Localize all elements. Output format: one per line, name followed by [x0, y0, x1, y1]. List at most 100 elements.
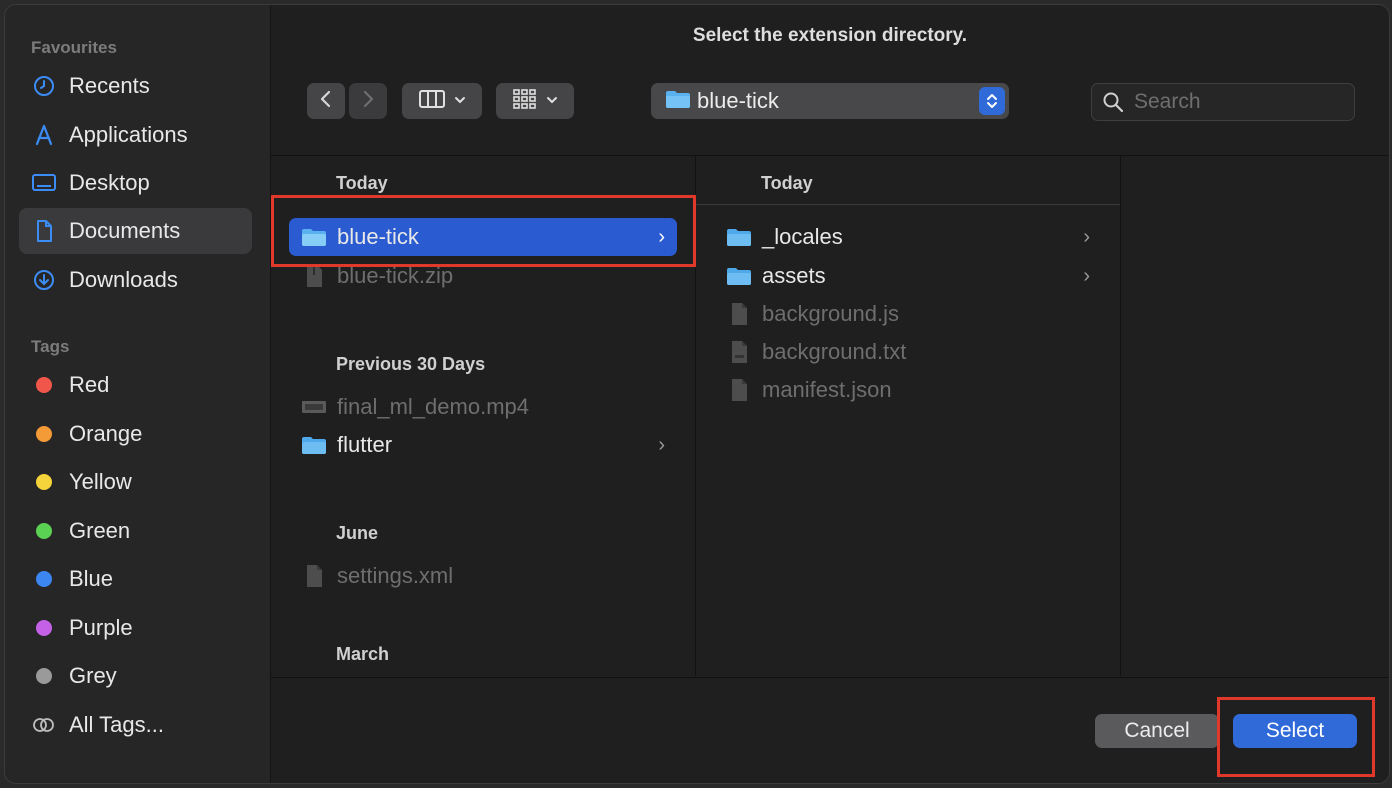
- chevron-down-icon: [546, 92, 558, 110]
- chevron-right-icon: [361, 89, 375, 114]
- sidebar-item-recents[interactable]: Recents: [19, 63, 252, 109]
- file-dialog: Favourites Recents Applications Desktop …: [4, 4, 1390, 784]
- search-icon: [1102, 91, 1124, 113]
- list-item-flutter[interactable]: flutter ›: [289, 426, 677, 464]
- folder-icon: [726, 264, 752, 288]
- main-area: Select the extension directory. blue-tic…: [271, 5, 1389, 783]
- tag-color-dot: [36, 426, 52, 442]
- group-button[interactable]: [496, 83, 574, 119]
- desktop-icon: [31, 170, 57, 196]
- highlight-annotation-blue-tick: [271, 195, 696, 267]
- list-item-locales[interactable]: _locales ›: [714, 218, 1102, 256]
- all-tags-label: All Tags...: [69, 712, 164, 737]
- search-input[interactable]: [1132, 89, 1336, 115]
- tag-color-dot: [36, 571, 52, 587]
- forward-button[interactable]: [349, 83, 387, 119]
- download-icon: [31, 267, 57, 293]
- sidebar-tag-blue[interactable]: Blue: [19, 556, 252, 602]
- sidebar-item-label: Documents: [69, 218, 181, 243]
- search-field[interactable]: [1091, 83, 1355, 121]
- sidebar-all-tags[interactable]: All Tags...: [19, 702, 252, 748]
- tag-color-dot: [36, 523, 52, 539]
- browser-column-2: Today _locales › assets › background.js …: [696, 156, 1120, 676]
- column-divider: [1120, 156, 1121, 676]
- group-header-march: March: [336, 644, 390, 664]
- tag-label: Yellow: [69, 469, 132, 494]
- favourites-heading: Favourites: [31, 38, 117, 57]
- sidebar-item-label: Recents: [69, 73, 150, 98]
- tag-color-dot: [36, 620, 52, 636]
- tag-label: Blue: [69, 566, 114, 591]
- chevron-right-icon: ›: [1083, 225, 1090, 248]
- clock-icon: [31, 73, 57, 99]
- path-popup-label: blue-tick: [697, 88, 779, 113]
- sidebar-tag-grey[interactable]: Grey: [19, 653, 252, 699]
- highlight-annotation-select-button: [1217, 697, 1375, 777]
- tag-label: Grey: [69, 663, 117, 688]
- sidebar-tag-red[interactable]: Red: [19, 362, 252, 408]
- tag-color-dot: [36, 474, 52, 490]
- column-header-rule: [696, 204, 1120, 205]
- sidebar: Favourites Recents Applications Desktop …: [5, 5, 271, 783]
- column-header-today: Today: [761, 173, 813, 193]
- tags-heading: Tags: [31, 337, 70, 356]
- group-header-previous-30-days: Previous 30 Days: [336, 354, 486, 374]
- item-label: final_ml_demo.mp4: [337, 394, 529, 419]
- zip-file-icon: [301, 264, 327, 288]
- tag-label: Purple: [69, 615, 133, 640]
- group-header-june: June: [336, 523, 379, 543]
- back-button[interactable]: [307, 83, 345, 119]
- tag-label: Orange: [69, 421, 143, 446]
- grid-icon: [512, 88, 538, 115]
- list-item-manifest-json[interactable]: manifest.json: [714, 371, 1102, 409]
- updown-chevron-icon: [979, 87, 1005, 115]
- file-icon: [301, 564, 327, 588]
- sidebar-tag-yellow[interactable]: Yellow: [19, 459, 252, 505]
- text-file-icon: [726, 340, 752, 364]
- sidebar-item-label: Applications: [69, 122, 188, 147]
- video-file-icon: [301, 395, 327, 419]
- list-item-background-js[interactable]: background.js: [714, 295, 1102, 333]
- item-label: settings.xml: [337, 563, 454, 588]
- folder-icon: [726, 225, 752, 249]
- item-label: _locales: [762, 224, 843, 249]
- sidebar-item-documents[interactable]: Documents: [19, 208, 252, 254]
- sidebar-item-label: Desktop: [69, 170, 150, 195]
- sidebar-tag-green[interactable]: Green: [19, 508, 252, 554]
- all-tags-icon: [31, 712, 57, 738]
- document-icon: [31, 218, 57, 244]
- folder-icon: [665, 89, 691, 114]
- list-item-settings-xml[interactable]: settings.xml: [289, 557, 677, 595]
- sidebar-item-desktop[interactable]: Desktop: [19, 160, 252, 206]
- tag-color-dot: [36, 377, 52, 393]
- list-item-final-ml-demo[interactable]: final_ml_demo.mp4: [289, 388, 677, 426]
- file-icon: [726, 378, 752, 402]
- item-label: manifest.json: [762, 377, 892, 402]
- sidebar-item-applications[interactable]: Applications: [19, 112, 252, 158]
- tag-label: Red: [69, 372, 110, 397]
- applications-icon: [31, 122, 57, 148]
- chevron-down-icon: [454, 92, 466, 110]
- sidebar-tag-purple[interactable]: Purple: [19, 605, 252, 651]
- sidebar-item-label: Downloads: [69, 267, 178, 292]
- sidebar-tag-orange[interactable]: Orange: [19, 411, 252, 457]
- item-label: background.txt: [762, 339, 907, 364]
- cancel-button[interactable]: Cancel: [1095, 714, 1219, 748]
- view-mode-button[interactable]: [402, 83, 482, 119]
- chevron-right-icon: ›: [658, 433, 665, 456]
- sidebar-item-downloads[interactable]: Downloads: [19, 257, 252, 303]
- chevron-left-icon: [319, 89, 333, 114]
- tag-label: Green: [69, 518, 131, 543]
- columns-view-icon: [418, 89, 446, 114]
- item-label: assets: [762, 263, 826, 288]
- path-popup-button[interactable]: blue-tick: [651, 83, 1009, 119]
- folder-icon: [301, 433, 327, 457]
- list-item-background-txt[interactable]: background.txt: [714, 333, 1102, 371]
- list-item-assets[interactable]: assets ›: [714, 257, 1102, 295]
- chevron-right-icon: ›: [1083, 264, 1090, 287]
- dialog-title: Select the extension directory.: [692, 25, 968, 46]
- item-label: flutter: [337, 432, 393, 457]
- tag-color-dot: [36, 668, 52, 684]
- item-label: background.js: [762, 301, 899, 326]
- file-icon: [726, 302, 752, 326]
